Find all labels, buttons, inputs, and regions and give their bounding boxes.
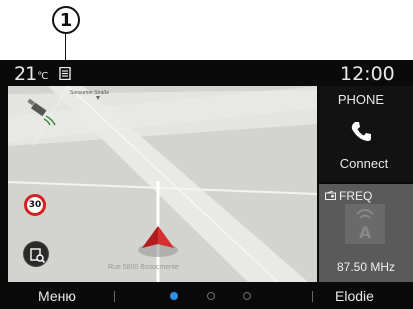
callout-line bbox=[65, 34, 66, 60]
map-roads bbox=[8, 86, 317, 282]
temperature-unit: °C bbox=[37, 71, 48, 82]
radio-station-art-icon: A bbox=[345, 204, 385, 244]
radio-title: FREQ bbox=[339, 189, 373, 203]
bottom-bar: Меню Elodie bbox=[0, 284, 413, 309]
navigation-arrow-icon bbox=[138, 226, 178, 257]
phone-handset-icon bbox=[351, 122, 371, 141]
phone-title: PHONE bbox=[337, 92, 385, 107]
map-search-button[interactable] bbox=[23, 241, 49, 267]
user-profile-button[interactable]: Elodie bbox=[335, 288, 374, 304]
status-bar: 21°C 12:00 bbox=[0, 60, 413, 86]
page-indicator-dot-1[interactable] bbox=[170, 292, 178, 300]
street-label: Sonsumer Straße bbox=[70, 90, 110, 96]
temperature-value: 21 bbox=[14, 63, 37, 85]
document-icon[interactable] bbox=[59, 67, 71, 80]
clock: 12:00 bbox=[340, 63, 395, 85]
current-road-label: Rue 5800 Bssocmente bbox=[108, 264, 179, 271]
speed-limit-sign: 30 bbox=[24, 194, 46, 216]
page-indicator-dot-2[interactable] bbox=[207, 292, 215, 300]
divider bbox=[114, 291, 115, 302]
infotainment-screen: 21°C 12:00 Sonsumer Straße Rue 5800 Bsso… bbox=[0, 60, 413, 309]
radio-widget[interactable]: FREQ A 87.50 MHz bbox=[319, 184, 413, 282]
radio-frequency: 87.50 MHz bbox=[336, 260, 396, 274]
page-indicator-dot-3[interactable] bbox=[243, 292, 251, 300]
callout-marker: 1 bbox=[52, 6, 80, 34]
phone-connect-button[interactable]: Connect bbox=[319, 156, 409, 171]
phone-widget[interactable]: PHONE Connect bbox=[319, 86, 413, 182]
menu-button[interactable]: Меню bbox=[38, 288, 76, 304]
speed-limit-value: 30 bbox=[28, 200, 42, 210]
temperature-display: 21°C bbox=[14, 63, 48, 85]
map-search-icon bbox=[30, 248, 46, 264]
radio-icon bbox=[325, 191, 336, 200]
navigation-map[interactable]: Sonsumer Straße Rue 5800 Bssocmente 30 bbox=[8, 86, 317, 282]
divider bbox=[312, 291, 313, 302]
callout-number: 1 bbox=[59, 9, 73, 31]
svg-text:A: A bbox=[359, 223, 372, 242]
